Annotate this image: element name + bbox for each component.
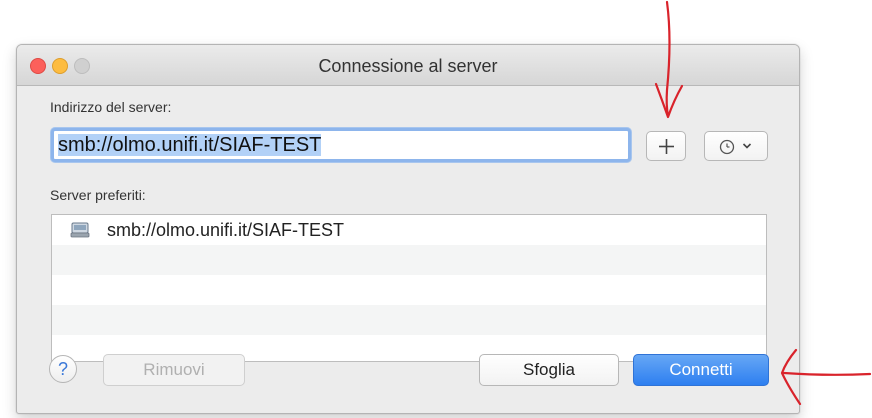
annotation-arrow-down: [654, 0, 684, 119]
favorite-server-label: smb://olmo.unifi.it/SIAF-TEST: [107, 220, 345, 240]
list-item[interactable]: smb://olmo.unifi.it/SIAF-TEST: [52, 215, 766, 245]
add-to-favorites-button[interactable]: [646, 131, 686, 161]
annotation-arrow-left: [780, 348, 872, 406]
clock-icon: [719, 139, 735, 155]
network-drive-icon: [70, 222, 90, 238]
empty-list-row: [52, 245, 766, 275]
recent-servers-button[interactable]: [704, 131, 768, 161]
plus-icon: [659, 139, 674, 154]
connect-button[interactable]: Connetti: [633, 354, 769, 386]
remove-button: Rimuovi: [103, 354, 245, 386]
help-button[interactable]: ?: [49, 355, 77, 383]
empty-list-row: [52, 305, 766, 335]
favorite-servers-list: smb://olmo.unifi.it/SIAF-TEST: [51, 214, 767, 362]
browse-button[interactable]: Sfoglia: [479, 354, 619, 386]
favorite-servers-label: Server preferiti:: [50, 187, 146, 203]
server-address-input[interactable]: smb://olmo.unifi.it/SIAF-TEST: [51, 128, 631, 162]
empty-list-row: [52, 275, 766, 305]
server-address-value: smb://olmo.unifi.it/SIAF-TEST: [58, 134, 322, 156]
chevron-down-icon: [742, 143, 752, 149]
server-address-label: Indirizzo del server:: [50, 99, 172, 115]
screenshot-stage: Connessione al server Indirizzo del serv…: [0, 0, 872, 418]
